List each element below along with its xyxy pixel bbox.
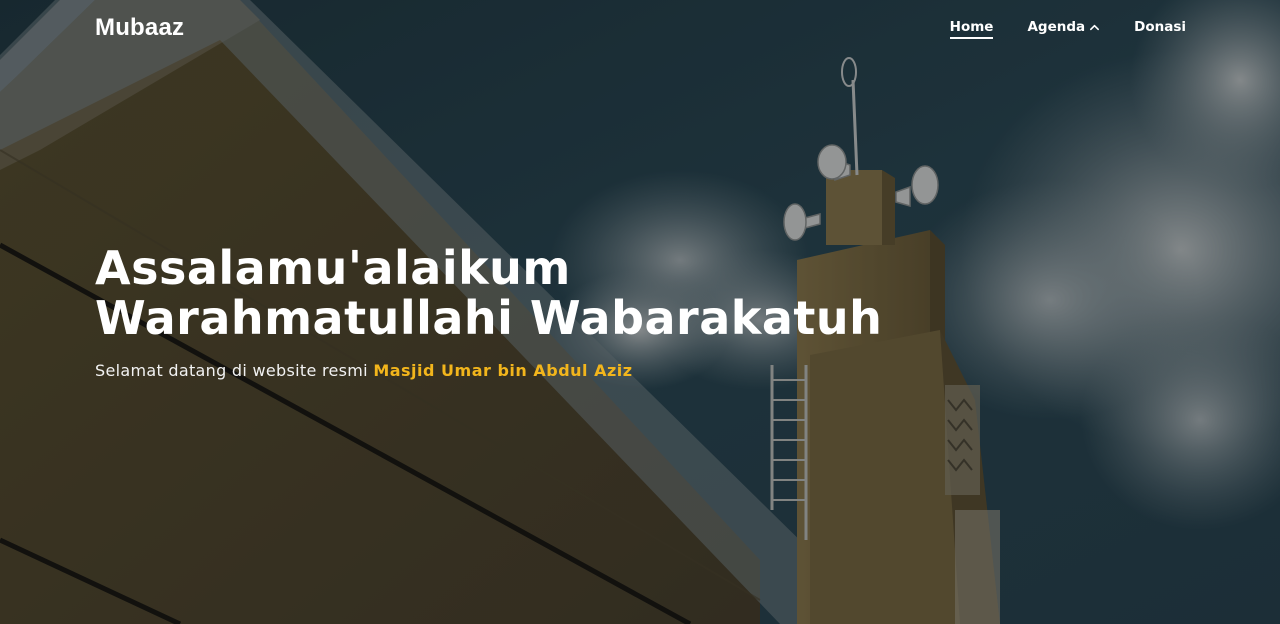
hero-title-line2: Warahmatullahi Wabarakatuh — [95, 291, 883, 345]
nav-link-home-label: Home — [949, 19, 994, 35]
hero-title-line1: Assalamu'alaikum — [95, 241, 571, 295]
brand-logo-link[interactable]: Mubaaz — [95, 14, 184, 42]
top-navbar: Mubaaz Home Agenda Donasi — [0, 0, 1280, 58]
hero-title: Assalamu'alaikum Warahmatullahi Wabaraka… — [95, 243, 995, 343]
chevron-up-icon — [1090, 24, 1100, 30]
nav-link-agenda-dropdown[interactable]: Agenda — [1027, 19, 1100, 39]
hero-subtitle: Selamat datang di website resmi Masjid U… — [95, 360, 995, 382]
nav-link-home[interactable]: Home — [949, 19, 994, 39]
nav-link-agenda-label: Agenda — [1027, 19, 1086, 35]
hero-section: Mubaaz Home Agenda Donasi Assalamu'alaik… — [0, 0, 1280, 624]
nav-links: Home Agenda Donasi — [916, 19, 1186, 39]
hero-content: Assalamu'alaikum Warahmatullahi Wabaraka… — [95, 243, 995, 382]
nav-link-donasi-label: Donasi — [1134, 19, 1186, 35]
hero-subtitle-mosque-name: Masjid Umar bin Abdul Aziz — [373, 361, 633, 380]
nav-link-donasi[interactable]: Donasi — [1134, 19, 1186, 39]
hero-subtitle-prefix: Selamat datang di website resmi — [95, 361, 368, 380]
